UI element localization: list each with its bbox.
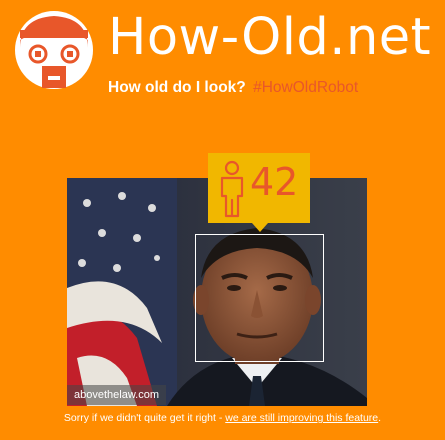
face-detection-box — [195, 234, 324, 362]
footer-message: Sorry if we didn't quite get it right - … — [0, 412, 445, 424]
age-tag-pointer — [252, 223, 268, 232]
age-result-tag: 42 — [208, 153, 310, 223]
site-title: How-Old.net — [108, 8, 432, 67]
footer-suffix: . — [378, 412, 382, 424]
tagline: How old do I look? #HowOldRobot — [108, 79, 358, 97]
feature-feedback-link[interactable]: we are still improving this feature — [225, 412, 378, 424]
person-icon — [220, 160, 244, 218]
footer-text: Sorry if we didn't quite get it right - — [63, 412, 226, 424]
tagline-question: How old do I look? — [108, 79, 246, 96]
robot-face-logo — [14, 10, 94, 90]
age-value: 42 — [250, 160, 299, 204]
photo-watermark: abovethelaw.com — [67, 385, 166, 405]
hashtag-link[interactable]: #HowOldRobot — [253, 79, 358, 96]
